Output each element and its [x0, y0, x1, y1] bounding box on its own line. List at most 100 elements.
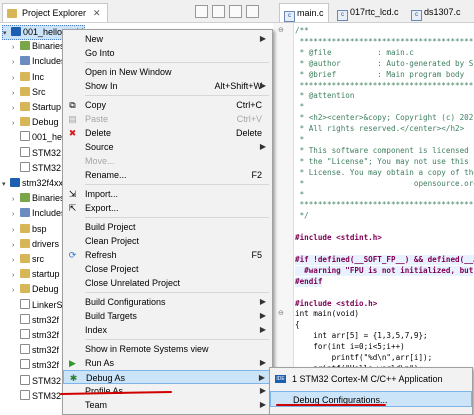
- tree-item[interactable]: STM32: [12, 146, 62, 160]
- link-editor-icon[interactable]: [212, 5, 225, 18]
- folder-icon: [20, 254, 30, 263]
- tree-item-label: stm32f4xx: [22, 178, 64, 188]
- tree-item[interactable]: › Includes: [12, 207, 66, 220]
- menu-item-run-as[interactable]: ▶ Run As ▶: [63, 356, 272, 370]
- menu-item-show-in-remote-systems-view[interactable]: Show in Remote Systems view: [63, 342, 272, 356]
- tree-item[interactable]: 001_hel: [12, 131, 64, 144]
- tree-item[interactable]: › Binaries: [12, 40, 65, 53]
- folder-icon: [20, 223, 30, 233]
- c-file-icon: c: [284, 11, 295, 22]
- menu-item-paste: ▤ Paste Ctrl+V: [63, 112, 272, 126]
- expand-toggle-icon[interactable]: ›: [12, 193, 20, 206]
- menu-item-import[interactable]: ⇲ Import...: [63, 187, 272, 201]
- menu-item-close-unrelated-project[interactable]: Close Unrelated Project: [63, 276, 272, 290]
- tree-item[interactable]: stm32f: [12, 359, 59, 372]
- menu-item-build-targets[interactable]: Build Targets ▶: [63, 309, 272, 323]
- code-line: * License. You may obtain a copy of the: [295, 167, 474, 177]
- tree-item[interactable]: › Inc: [12, 71, 44, 84]
- tree-item[interactable]: › Src: [12, 86, 46, 99]
- menu-item-export[interactable]: ⇱ Export...: [63, 201, 272, 215]
- expand-toggle-icon[interactable]: ›: [12, 102, 20, 115]
- menu-item-show-in[interactable]: Show In Alt+Shift+W ▶: [63, 79, 272, 93]
- menu-item-build-project[interactable]: Build Project: [63, 220, 272, 234]
- tab-017rtc-lcd-c[interactable]: c 017rtc_lcd.c: [333, 3, 403, 21]
- tree-project[interactable]: ▾ stm32f4xx: [2, 177, 63, 190]
- tab-ds1307-c[interactable]: c ds1307.c: [407, 3, 465, 21]
- menu-item-clean-project[interactable]: Clean Project: [63, 234, 272, 248]
- menu-item-source[interactable]: Source ▶: [63, 140, 272, 154]
- view-menu-icon[interactable]: [229, 5, 242, 18]
- menu-item-team[interactable]: Team ▶: [63, 398, 272, 412]
- expand-toggle-icon[interactable]: ›: [12, 208, 20, 221]
- expand-toggle-icon[interactable]: ▾: [2, 178, 10, 191]
- tree-item[interactable]: STM32: [12, 374, 61, 388]
- tree-item[interactable]: › src: [12, 253, 44, 266]
- tree-item[interactable]: › Binaries: [12, 192, 65, 205]
- menu-item-label: Copy: [85, 100, 107, 110]
- minimize-icon[interactable]: [246, 5, 259, 18]
- tree-item[interactable]: › Startup: [12, 101, 61, 114]
- run-icon: ▶: [69, 358, 76, 368]
- submenu-item-1-stm32-cortex-m-c-c-application[interactable]: IDE 1 STM32 Cortex-M C/C++ Application: [270, 371, 472, 387]
- project-explorer-tab[interactable]: Project Explorer ✕: [2, 3, 108, 22]
- menu-item-refresh[interactable]: ⟳ Refresh F5: [63, 248, 272, 262]
- expand-toggle-icon[interactable]: ›: [12, 269, 20, 282]
- menu-item-go-into[interactable]: Go Into: [63, 46, 272, 60]
- expand-toggle-icon[interactable]: ›: [12, 56, 20, 69]
- submenu-arrow-icon: ▶: [259, 400, 266, 409]
- submenu-arrow-icon: ▶: [259, 34, 266, 43]
- tree-item[interactable]: › drivers: [12, 238, 59, 251]
- tree-item-label: Startup: [32, 102, 62, 112]
- menu-item-build-configurations[interactable]: Build Configurations ▶: [63, 295, 272, 309]
- menu-item-copy[interactable]: ⧉ Copy Ctrl+C: [63, 98, 272, 112]
- tree-item-label: drivers: [32, 238, 60, 249]
- collapse-all-icon[interactable]: [195, 5, 208, 18]
- tree-item[interactable]: › Debug: [12, 116, 59, 129]
- expand-toggle-icon[interactable]: ›: [12, 41, 20, 54]
- folder-icon: [20, 269, 30, 279]
- expand-toggle-icon[interactable]: ›: [12, 117, 20, 130]
- code-line: *: [295, 189, 305, 199]
- menu-item-rename[interactable]: Rename... F2: [63, 168, 272, 182]
- menu-item-label: Build Targets: [85, 311, 137, 321]
- menu-item-open-in-new-window[interactable]: Open in New Window: [63, 65, 272, 79]
- tree-item[interactable]: stm32f: [12, 344, 59, 357]
- tree-item[interactable]: › startup: [12, 268, 60, 281]
- menu-item-delete[interactable]: ✖ Delete Delete: [63, 126, 272, 140]
- fold-toggle-icon[interactable]: ⊖: [278, 26, 284, 34]
- tree-item[interactable]: stm32f: [12, 313, 59, 327]
- menu-item-new[interactable]: New ▶: [63, 32, 272, 46]
- file-icon: [20, 329, 30, 339]
- expand-toggle-icon[interactable]: ›: [12, 224, 20, 237]
- file-icon: [20, 298, 30, 309]
- expand-toggle-icon[interactable]: ›: [12, 284, 20, 297]
- context-menu: New ▶ Go Into Open in New Window Show In Alt+…: [62, 29, 273, 415]
- submenu-arrow-icon: ▶: [259, 297, 266, 306]
- code-line: printf("%d\n",arr[i]);: [295, 353, 433, 362]
- expand-toggle-icon[interactable]: ▾: [3, 27, 11, 40]
- close-icon[interactable]: ✕: [93, 8, 101, 19]
- menu-item-label: Show In: [85, 81, 118, 91]
- tab-main-c[interactable]: c main.c: [279, 3, 329, 22]
- tree-item[interactable]: LinkerS: [12, 298, 63, 312]
- tree-item[interactable]: › Debug: [12, 283, 59, 296]
- expand-toggle-icon[interactable]: ›: [12, 254, 20, 267]
- menu-item-index[interactable]: Index ▶: [63, 323, 272, 337]
- menu-item-close-project[interactable]: Close Project: [63, 262, 272, 276]
- tree-item[interactable]: stm32f: [12, 329, 59, 342]
- tree-item[interactable]: › bsp: [12, 223, 47, 236]
- tree-item[interactable]: STM32: [12, 389, 61, 403]
- tree-item[interactable]: STM32: [12, 161, 61, 175]
- tree-item[interactable]: › Includes: [12, 55, 66, 68]
- delete-icon: ✖: [68, 128, 77, 138]
- expand-toggle-icon[interactable]: ›: [12, 87, 20, 100]
- menu-item-debug-as[interactable]: ✱ Debug As ▶: [63, 370, 272, 384]
- code-line: * @file : main.c: [295, 47, 414, 57]
- expand-toggle-icon[interactable]: ›: [12, 239, 20, 252]
- tree-item-label: STM32: [32, 147, 62, 158]
- expand-toggle-icon[interactable]: ›: [12, 72, 20, 85]
- menu-shortcut: Alt+Shift+W: [214, 81, 262, 91]
- code-editor: c main.c c 017rtc_lcd.c c ds1307.c /** ⊖ ***…: [273, 0, 474, 413]
- code-line: #include <stdio.h>: [295, 298, 378, 308]
- fold-toggle-icon[interactable]: ⊖: [278, 309, 284, 317]
